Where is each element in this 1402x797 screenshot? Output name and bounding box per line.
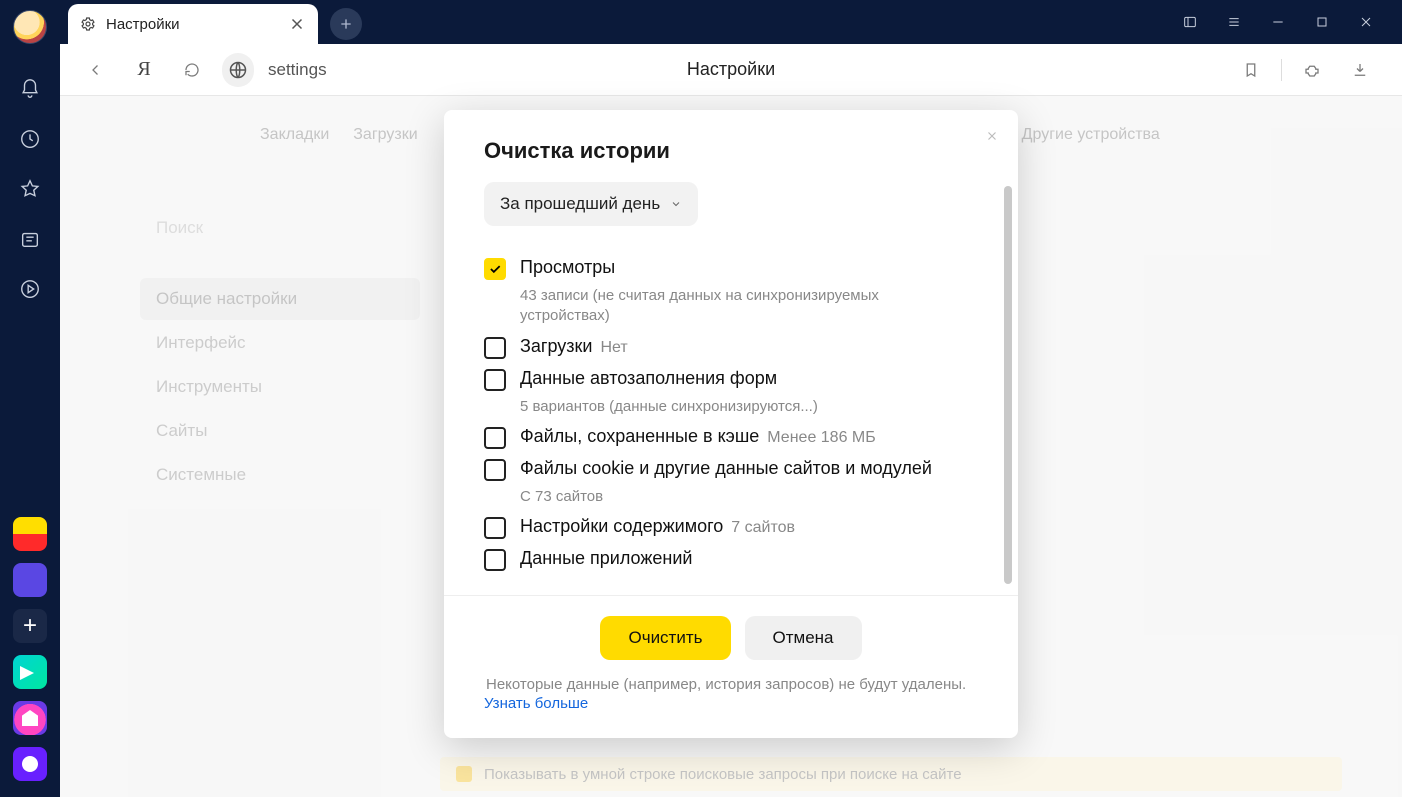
learn-more-link[interactable]: Узнать больше [484, 695, 978, 712]
checkbox-content-settings[interactable] [484, 517, 506, 539]
back-button[interactable] [78, 52, 114, 88]
new-tab-button[interactable] [330, 8, 362, 40]
option-label: Настройки содержимого [520, 516, 723, 536]
rail-bottom-apps: + [0, 511, 60, 787]
play-circle-icon[interactable] [12, 271, 48, 307]
option-views: Просмотры [484, 256, 978, 280]
option-autofill: Данные автозаполнения форм [484, 367, 978, 391]
yandex-home-button[interactable]: Я [126, 52, 162, 88]
option-sub: 5 вариантов (данные синхронизируются...) [520, 397, 950, 417]
option-sub: 43 записи (не считая данных на синхрониз… [520, 286, 950, 327]
modal-title: Очистка истории [444, 110, 1018, 182]
option-side: 7 сайтов [731, 519, 795, 536]
modal-close-button[interactable] [980, 124, 1004, 148]
checkbox-autofill[interactable] [484, 369, 506, 391]
avatar[interactable] [13, 10, 47, 44]
option-label: Данные автозаполнения форм [520, 368, 777, 388]
toolbar-separator [1281, 59, 1282, 81]
checkbox-cache[interactable] [484, 427, 506, 449]
tab-strip: Настройки [60, 0, 1402, 44]
clear-history-dialog: Очистка истории За прошедший день Просмо… [444, 110, 1018, 738]
toolbar: Я settings Настройки [60, 44, 1402, 96]
footer-note: Некоторые данные (например, история запр… [484, 676, 978, 693]
option-side: Нет [600, 339, 627, 356]
option-label: Файлы cookie и другие данные сайтов и мо… [520, 458, 932, 478]
clear-button-label: Очистить [628, 628, 702, 648]
checkbox-app-data[interactable] [484, 549, 506, 571]
option-content-settings: Настройки содержимого 7 сайтов [484, 515, 978, 539]
add-app-button[interactable]: + [13, 609, 47, 643]
site-identity-button[interactable] [222, 53, 254, 87]
option-app-data: Данные приложений [484, 547, 978, 571]
option-label: Данные приложений [520, 548, 692, 568]
clear-button[interactable]: Очистить [600, 616, 730, 660]
option-cookies: Файлы cookie и другие данные сайтов и мо… [484, 457, 978, 481]
star-icon[interactable] [12, 171, 48, 207]
option-label: Просмотры [520, 257, 615, 277]
app-mail-icon[interactable] [13, 517, 47, 551]
option-label: Загрузки [520, 336, 592, 356]
bookmark-button[interactable] [1233, 52, 1269, 88]
option-label: Файлы, сохраненные в кэше [520, 426, 759, 446]
maximize-button[interactable] [1300, 0, 1344, 44]
tab-close-button[interactable] [288, 15, 306, 33]
content: Закладки Загрузки Другие устройства Поис… [60, 96, 1402, 797]
sidebar-toggle-icon[interactable] [1168, 0, 1212, 44]
window-controls [1168, 0, 1402, 44]
cancel-button-label: Отмена [773, 628, 834, 648]
checkbox-cookies[interactable] [484, 459, 506, 481]
menu-icon[interactable] [1212, 0, 1256, 44]
page-title: Настройки [687, 59, 775, 80]
checkbox-downloads[interactable] [484, 337, 506, 359]
collections-icon[interactable] [12, 221, 48, 257]
checkbox-views[interactable] [484, 258, 506, 280]
modal-body: За прошедший день Просмотры 43 записи (н… [444, 182, 1018, 595]
cancel-button[interactable]: Отмена [745, 616, 862, 660]
time-range-dropdown[interactable]: За прошедший день [484, 182, 698, 226]
app-alice-icon[interactable] [13, 747, 47, 781]
reload-button[interactable] [174, 52, 210, 88]
option-cache: Файлы, сохраненные в кэше Менее 186 МБ [484, 425, 978, 449]
downloads-button[interactable] [1342, 52, 1378, 88]
modal-footer: Очистить Отмена Некоторые данные (наприм… [444, 595, 1018, 738]
time-range-value: За прошедший день [500, 194, 660, 214]
chevron-down-icon [670, 198, 682, 210]
app-magenta-icon[interactable] [13, 701, 47, 735]
close-window-button[interactable] [1344, 0, 1388, 44]
minimize-button[interactable] [1256, 0, 1300, 44]
extensions-button[interactable] [1294, 52, 1330, 88]
notifications-icon[interactable] [12, 71, 48, 107]
left-rail: + [0, 0, 60, 797]
app-purple-icon[interactable] [13, 563, 47, 597]
option-downloads: Загрузки Нет [484, 335, 978, 359]
option-side: Менее 186 МБ [767, 429, 875, 446]
option-sub: С 73 сайтов [520, 487, 950, 507]
address-text[interactable]: settings [268, 60, 327, 80]
history-icon[interactable] [12, 121, 48, 157]
gear-icon [80, 16, 96, 32]
tab-settings[interactable]: Настройки [68, 4, 318, 44]
app-teal-icon[interactable] [13, 655, 47, 689]
tab-title: Настройки [106, 16, 180, 33]
